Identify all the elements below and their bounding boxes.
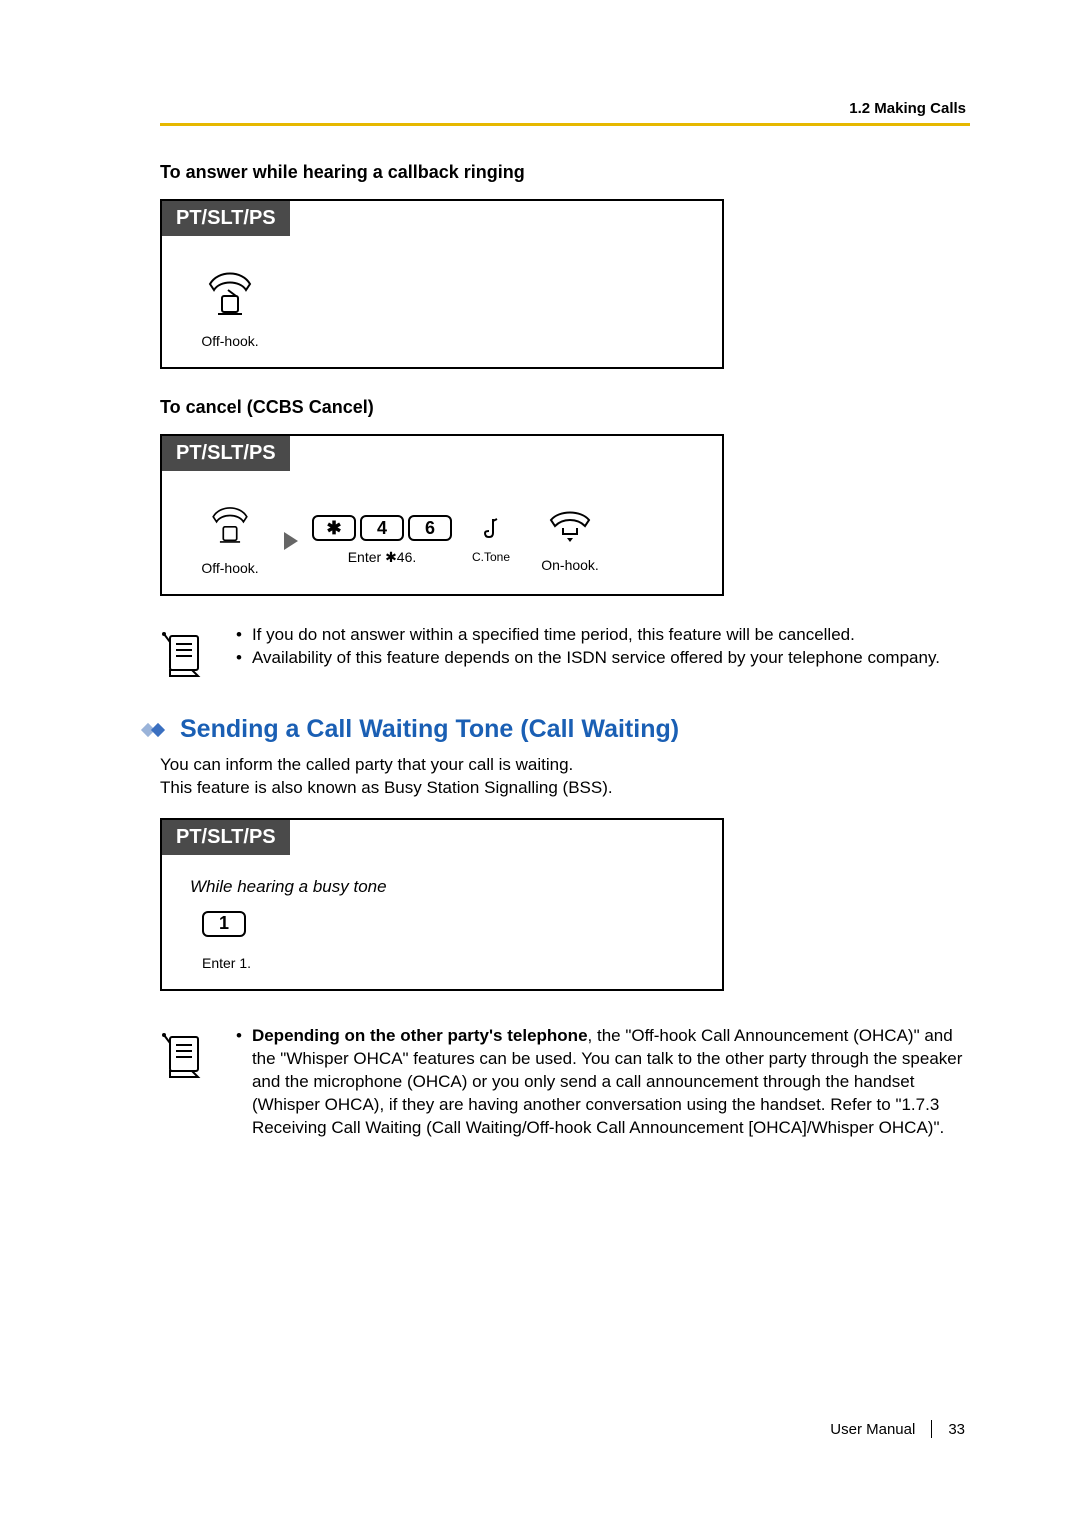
step2a-label: Off-hook. [201,560,258,576]
step2b-label: Enter ✱46. [348,549,417,566]
diamond-icon [140,718,170,742]
note2-text: Depending on the other party's telephone… [252,1025,970,1140]
note-icon [160,1068,206,1085]
breadcrumb: 1.2 Making Calls [160,100,970,117]
section1-title: To answer while hearing a callback ringi… [160,162,970,183]
step3-label: Enter 1. [202,955,251,971]
procedure-box-2: PT/SLT/PS Off-hook. ✱ [160,434,724,596]
key-4: 4 [360,515,404,541]
procedure-box-1: PT/SLT/PS Off-hook. [160,199,724,369]
instruction-italic: While hearing a busy tone [190,877,694,897]
key-1: 1 [202,911,246,937]
divider-rule [160,123,970,126]
step1-label: Off-hook. [201,333,258,349]
section3-title-row: Sending a Call Waiting Tone (Call Waitin… [140,715,970,744]
section3-intro: You can inform the called party that you… [160,754,970,800]
arrow-icon [284,532,298,550]
note1-bullet1: If you do not answer within a specified … [252,624,855,647]
ctone-label: C.Tone [472,550,510,564]
section3-title: Sending a Call Waiting Tone (Call Waitin… [180,715,679,744]
key-6: 6 [408,515,452,541]
section2-title: To cancel (CCBS Cancel) [160,397,970,418]
offhook-icon [206,505,254,552]
page-footer: User Manual 33 [830,1420,965,1438]
offhook-icon [202,270,258,325]
procedure-tab-2: PT/SLT/PS [162,436,290,471]
note1-bullet2: Availability of this feature depends on … [252,647,940,670]
procedure-box-3: PT/SLT/PS While hearing a busy tone 1 En… [160,818,724,991]
onhook-icon [545,508,595,549]
note-icon [160,667,206,684]
note-block-1: •If you do not answer within a specified… [160,624,970,685]
note-block-2: • Depending on the other party's telepho… [160,1025,970,1140]
procedure-tab-3: PT/SLT/PS [162,820,290,855]
footer-label: User Manual [830,1421,915,1438]
footer-divider [931,1420,932,1438]
key-star: ✱ [312,515,356,541]
footer-page-number: 33 [948,1421,965,1438]
step2c-label: On-hook. [541,557,599,573]
confirmation-tone-icon [481,517,501,548]
procedure-tab-1: PT/SLT/PS [162,201,290,236]
